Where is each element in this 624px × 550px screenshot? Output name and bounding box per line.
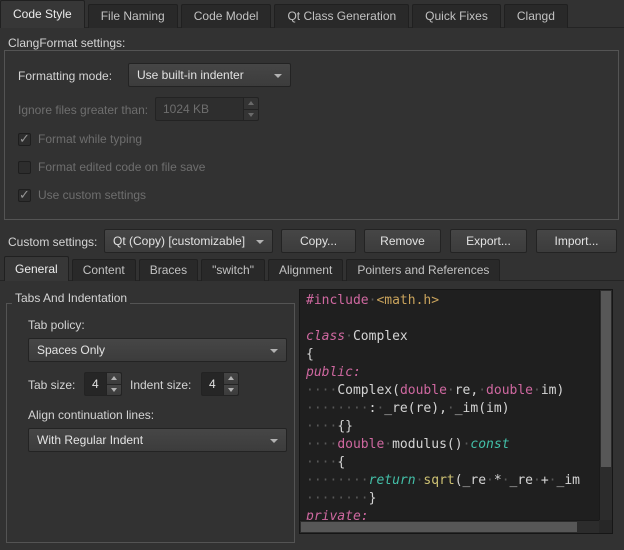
import-button[interactable]: Import... [536, 229, 617, 253]
tab-alignment[interactable]: Alignment [268, 259, 343, 281]
indent-size-spinbox[interactable]: 4 [201, 372, 239, 396]
indent-size-value: 4 [209, 377, 216, 391]
indent-size-label: Indent size: [130, 378, 191, 392]
align-continuation-value: With Regular Indent [37, 433, 143, 447]
align-continuation-label: Align continuation lines: [28, 408, 154, 422]
chevron-down-icon [274, 74, 282, 78]
tab-file-naming[interactable]: File Naming [88, 4, 178, 28]
spinner-buttons [243, 98, 258, 120]
checkbox-icon [18, 133, 31, 146]
ignore-files-value: 1024 KB [163, 102, 209, 116]
chevron-down-icon [256, 240, 264, 244]
tab-size-value: 4 [92, 377, 99, 391]
checkbox-icon [18, 161, 31, 174]
spinner-buttons [223, 373, 238, 395]
tab-policy-combo[interactable]: Spaces Only [28, 338, 287, 362]
tab-braces[interactable]: Braces [139, 259, 198, 281]
tab-content[interactable]: Content [72, 259, 136, 281]
spin-up-icon[interactable] [223, 373, 238, 385]
tab-code-model[interactable]: Code Model [181, 4, 272, 28]
formatting-mode-label: Formatting mode: [18, 69, 112, 83]
checkbox-label: Use custom settings [38, 188, 146, 202]
code-preview-editor[interactable]: #include·<math.h> class·Complex{public:·… [299, 289, 613, 534]
remove-button[interactable]: Remove [364, 229, 441, 253]
custom-settings-label: Custom settings: [8, 235, 97, 249]
ignore-files-label: Ignore files greater than: [18, 103, 148, 117]
ignore-files-spinbox: 1024 KB [155, 97, 259, 121]
tab-clangd[interactable]: Clangd [504, 4, 568, 28]
custom-settings-combo[interactable]: Qt (Copy) [customizable] [104, 229, 273, 253]
copy-button[interactable]: Copy... [281, 229, 356, 253]
spin-down-icon[interactable] [223, 385, 238, 396]
custom-settings-value: Qt (Copy) [customizable] [113, 234, 245, 248]
style-tab-bar: General Content Braces "switch" Alignmen… [4, 256, 503, 281]
tab-size-spinbox[interactable]: 4 [84, 372, 122, 396]
use-custom-settings-checkbox: Use custom settings [18, 187, 146, 203]
vertical-scrollbar-thumb[interactable] [601, 291, 611, 467]
code-editor-lines[interactable]: #include·<math.h> class·Complex{public:·… [300, 290, 599, 520]
align-continuation-combo[interactable]: With Regular Indent [28, 428, 287, 452]
checkbox-label: Format edited code on file save [38, 160, 205, 174]
formatting-mode-value: Use built-in indenter [137, 68, 244, 82]
tab-qt-class-generation[interactable]: Qt Class Generation [274, 4, 409, 28]
tab-size-label: Tab size: [28, 378, 75, 392]
tab-quick-fixes[interactable]: Quick Fixes [412, 4, 501, 28]
checkbox-label: Format while typing [38, 132, 142, 146]
format-while-typing-checkbox: Format while typing [18, 131, 142, 147]
horizontal-scrollbar-thumb[interactable] [301, 522, 577, 532]
spin-up-icon[interactable] [106, 373, 121, 385]
tab-switch[interactable]: "switch" [201, 259, 265, 281]
format-on-save-checkbox: Format edited code on file save [18, 159, 205, 175]
tab-general[interactable]: General [4, 256, 69, 281]
chevron-down-icon [270, 439, 278, 443]
tab-policy-value: Spaces Only [37, 343, 105, 357]
tab-code-style[interactable]: Code Style [0, 0, 85, 28]
code-style-settings-page: Code Style File Naming Code Model Qt Cla… [0, 0, 624, 550]
chevron-down-icon [270, 349, 278, 353]
settings-tab-bar: Code Style File Naming Code Model Qt Cla… [0, 0, 571, 28]
export-button[interactable]: Export... [450, 229, 527, 253]
spin-down-icon [243, 110, 258, 121]
checkbox-icon [18, 189, 31, 202]
clangformat-group-title: ClangFormat settings: [8, 36, 125, 50]
tabs-indentation-group-title: Tabs And Indentation [12, 291, 130, 305]
scrollbar-corner [599, 520, 612, 533]
vertical-scrollbar[interactable] [599, 290, 612, 520]
spin-up-icon [243, 98, 258, 110]
spinner-buttons [106, 373, 121, 395]
tab-pointers-references[interactable]: Pointers and References [346, 259, 500, 281]
formatting-mode-combo[interactable]: Use built-in indenter [128, 63, 291, 87]
spin-down-icon[interactable] [106, 385, 121, 396]
tab-policy-label: Tab policy: [28, 318, 85, 332]
horizontal-scrollbar[interactable] [300, 520, 599, 533]
